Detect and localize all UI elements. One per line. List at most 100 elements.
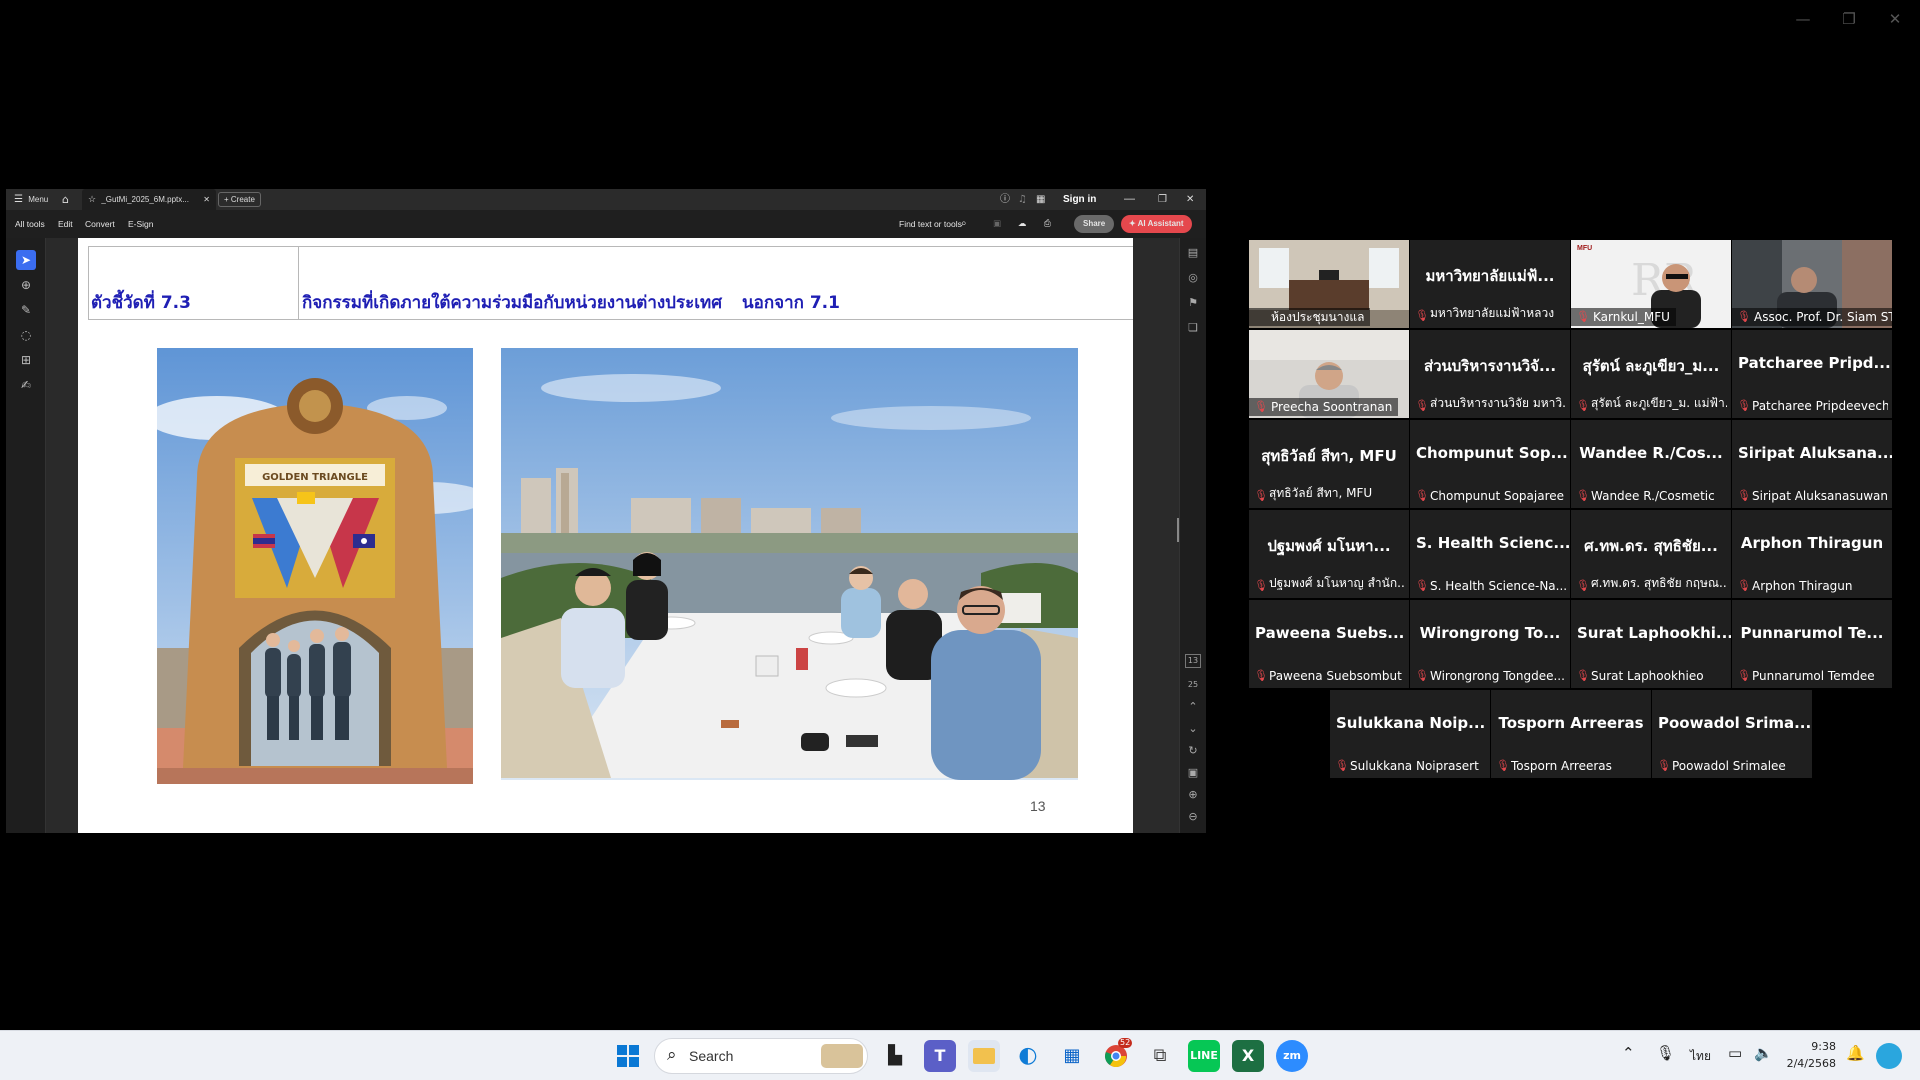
participant-tile[interactable]: Arphon Thiragun 🎙 Arphon Thiragun bbox=[1732, 510, 1892, 598]
hamburger-icon: ☰ bbox=[14, 194, 23, 205]
network-icon[interactable]: ▭ bbox=[1728, 1044, 1742, 1062]
document-tab[interactable]: ☆ _GutMi_2025_6M.pptx... ✕ bbox=[82, 189, 216, 210]
refresh-icon[interactable]: ↻ bbox=[1184, 742, 1202, 760]
participant-tile[interactable]: Tosporn Arreeras 🎙 Tosporn Arreeras bbox=[1491, 690, 1651, 778]
close-tab-icon[interactable]: ✕ bbox=[203, 189, 210, 210]
acrobat-minimize-button[interactable]: — bbox=[1124, 189, 1135, 210]
menu-all-tools[interactable]: All tools bbox=[15, 210, 45, 238]
line-app-icon[interactable]: LINE bbox=[1188, 1040, 1220, 1072]
teams-icon[interactable]: T bbox=[924, 1040, 956, 1072]
acrobat-restore-button[interactable]: ❐ bbox=[1158, 189, 1167, 210]
windows-start-icon[interactable] bbox=[612, 1040, 644, 1072]
chrome-icon[interactable]: 52 bbox=[1100, 1038, 1133, 1072]
clock-date[interactable]: 2/4/2568 bbox=[1786, 1057, 1836, 1070]
mic-muted-icon: 🎙 bbox=[1576, 489, 1590, 502]
ai-assistant-button[interactable]: ✦ AI Assistant bbox=[1121, 215, 1192, 233]
apps-grid-icon[interactable]: ▦ bbox=[1036, 189, 1045, 210]
print-icon[interactable]: ⎙ bbox=[1044, 210, 1051, 238]
volume-icon[interactable]: 🔈 bbox=[1754, 1044, 1773, 1062]
notification-bell-icon[interactable]: 🔔 bbox=[1846, 1044, 1865, 1062]
participant-tile[interactable]: Assoc. Prof. Dr. Siam STI...🎙 bbox=[1732, 240, 1892, 328]
participant-tile[interactable]: Surat Laphookhi... 🎙 Surat Laphookhieo bbox=[1571, 600, 1731, 688]
menu-convert[interactable]: Convert bbox=[85, 210, 115, 238]
notification-bell-icon[interactable]: ♫ bbox=[1018, 189, 1027, 210]
participant-tile[interactable]: ศ.ทพ.ดร. สุทธิชัย... 🎙 ศ.ทพ.ดร. สุทธิชัย ก… bbox=[1571, 510, 1731, 598]
participant-tile[interactable]: Poowadol Srima... 🎙 Poowadol Srimalee bbox=[1652, 690, 1812, 778]
sign-in-button[interactable]: Sign in bbox=[1063, 189, 1096, 210]
select-cursor-icon[interactable]: ➤ bbox=[16, 250, 36, 270]
tray-overflow-icon[interactable]: ⌃ bbox=[1622, 1044, 1635, 1062]
lasso-icon[interactable]: ◌ bbox=[16, 325, 36, 345]
share-button[interactable]: Share bbox=[1074, 215, 1115, 233]
participant-display-name: สุทธิวัลย์ สีทา, MFU bbox=[1261, 447, 1397, 465]
participant-name: Wirongrong Tongdee... bbox=[1430, 669, 1565, 683]
participant-display-name: มหาวิทยาลัยแม่ฟ้... bbox=[1425, 267, 1555, 285]
page-current-input[interactable]: 13 bbox=[1185, 654, 1201, 668]
upload-cloud-icon[interactable]: ☁ bbox=[1018, 210, 1027, 238]
participant-tile[interactable]: Sulukkana Noip... 🎙 Sulukkana Noiprasert bbox=[1330, 690, 1490, 778]
mic-muted-icon: 🎙 bbox=[1737, 399, 1751, 412]
page-down-icon[interactable]: ⌄ bbox=[1184, 720, 1202, 738]
menu-edit[interactable]: Edit bbox=[58, 210, 73, 238]
participant-tile[interactable]: ปฐมพงศ์ มโนหา... 🎙 ปฐมพงศ์ มโนหาญ สำนัก... bbox=[1249, 510, 1409, 598]
participant-display-name: S. Health Scienc... bbox=[1416, 534, 1570, 552]
microphone-icon[interactable]: 🎙 bbox=[1656, 1044, 1675, 1062]
mic-muted-icon: 🎙 bbox=[1254, 669, 1268, 682]
copilot-icon[interactable] bbox=[1876, 1043, 1902, 1069]
participant-tile[interactable]: Chompunut Sop... 🎙 Chompunut Sopajaree bbox=[1410, 420, 1570, 508]
store-icon[interactable]: ▦ bbox=[1056, 1040, 1088, 1072]
participant-tile[interactable]: Patcharee Pripd... 🎙 Patcharee Pripdeevech bbox=[1732, 330, 1892, 418]
text-box-icon[interactable]: ⊞ bbox=[16, 350, 36, 370]
comment-panel-icon[interactable]: ▤ bbox=[1184, 244, 1202, 262]
zoom-app-icon[interactable]: zm bbox=[1276, 1040, 1308, 1072]
find-text-tools[interactable]: Find text or tools bbox=[899, 210, 962, 238]
file-explorer-icon[interactable] bbox=[968, 1040, 1000, 1072]
zoom-out-icon[interactable]: ⊖ bbox=[1184, 808, 1202, 826]
zoom-in-icon[interactable]: ⊕ bbox=[1184, 786, 1202, 804]
search-icon[interactable]: ⌕ bbox=[961, 210, 967, 238]
participant-tile[interactable]: สุรัตน์ ละภูเขียว_ม... 🎙 สุรัตน์ ละภูเขียว… bbox=[1571, 330, 1731, 418]
participant-tile[interactable]: Wandee R./Cos... 🎙 Wandee R./Cosmetic bbox=[1571, 420, 1731, 508]
participant-tile[interactable]: Punnarumol Te... 🎙 Punnarumol Temdee bbox=[1732, 600, 1892, 688]
left-tool-rail: ➤ ⊕ ✎ ◌ ⊞ ✍ bbox=[6, 238, 46, 833]
participant-tile[interactable]: RRMFUKarnkul_MFU🎙 bbox=[1571, 240, 1731, 328]
create-button[interactable]: + Create bbox=[218, 192, 261, 207]
task-view-icon[interactable]: ▙ bbox=[879, 1040, 911, 1072]
bookmark-icon[interactable]: ⚑ bbox=[1184, 294, 1202, 312]
pages-icon[interactable]: ❏ bbox=[1184, 319, 1202, 337]
stamp-icon[interactable]: ✍ bbox=[16, 375, 36, 395]
participant-tile[interactable]: มหาวิทยาลัยแม่ฟ้... 🎙 มหาวิทยาลัยแม่ฟ้าหลว… bbox=[1410, 240, 1570, 328]
language-indicator[interactable]: ไทย bbox=[1690, 1047, 1711, 1066]
acrobat-close-button[interactable]: ✕ bbox=[1186, 189, 1194, 210]
pen-icon[interactable]: ✎ bbox=[16, 300, 36, 320]
remote-desktop-icon[interactable]: ⧉ bbox=[1144, 1040, 1176, 1072]
participant-tile[interactable]: Siripat Aluksana... 🎙 Siripat Aluksanasuwa… bbox=[1732, 420, 1892, 508]
edge-icon[interactable]: ◐ bbox=[1012, 1040, 1044, 1072]
menu-e-sign[interactable]: E-Sign bbox=[128, 210, 154, 238]
menu-button[interactable]: ☰ Menu bbox=[14, 189, 48, 210]
participant-tile[interactable]: ส่วนบริหารงานวิจั... 🎙 ส่วนบริหารงานวิจัย … bbox=[1410, 330, 1570, 418]
page-fit-icon[interactable]: ▣ bbox=[1184, 764, 1202, 782]
mic-muted-icon: 🎙 bbox=[1737, 489, 1751, 502]
participant-tile[interactable]: ห้องประชุมนางแล bbox=[1249, 240, 1409, 328]
participant-tile[interactable]: Preecha Soontranan 🎙 bbox=[1249, 330, 1409, 418]
zoom-close-button[interactable]: ✕ bbox=[1880, 10, 1910, 28]
document-viewer[interactable]: ตัวชี้วัดที่ 7.3 กิจกรรมที่เกิดภายใต้ควา… bbox=[46, 238, 1179, 833]
page-up-icon[interactable]: ⌃ bbox=[1184, 698, 1202, 716]
zoom-minimize-button[interactable]: — bbox=[1788, 10, 1818, 28]
home-icon[interactable]: ⌂ bbox=[62, 189, 69, 210]
zoom-restore-button[interactable]: ❐ bbox=[1834, 10, 1864, 28]
excel-icon[interactable]: X bbox=[1232, 1040, 1264, 1072]
taskbar-search-box[interactable]: ⌕ Search bbox=[654, 1038, 868, 1074]
help-icon[interactable]: ⓘ bbox=[1000, 189, 1010, 210]
participant-tile[interactable]: สุทธิวัลย์ สีทา, MFU 🎙 สุทธิวัลย์ สีทา, MF… bbox=[1249, 420, 1409, 508]
zoom-tool-icon[interactable]: ⊕ bbox=[16, 275, 36, 295]
participant-tile[interactable]: S. Health Scienc... 🎙 S. Health Science-Na… bbox=[1410, 510, 1570, 598]
slide-page-number: 13 bbox=[1030, 798, 1046, 814]
clock-time[interactable]: 9:38 bbox=[1786, 1040, 1836, 1053]
participant-tile[interactable]: Paweena Suebs... 🎙 Paweena Suebsombut bbox=[1249, 600, 1409, 688]
save-icon[interactable]: ▣ bbox=[993, 210, 1001, 238]
comment-icon[interactable]: ◎ bbox=[1184, 269, 1202, 287]
participant-tile[interactable]: Wirongrong To... 🎙 Wirongrong Tongdee... bbox=[1410, 600, 1570, 688]
star-icon[interactable]: ☆ bbox=[88, 194, 96, 204]
